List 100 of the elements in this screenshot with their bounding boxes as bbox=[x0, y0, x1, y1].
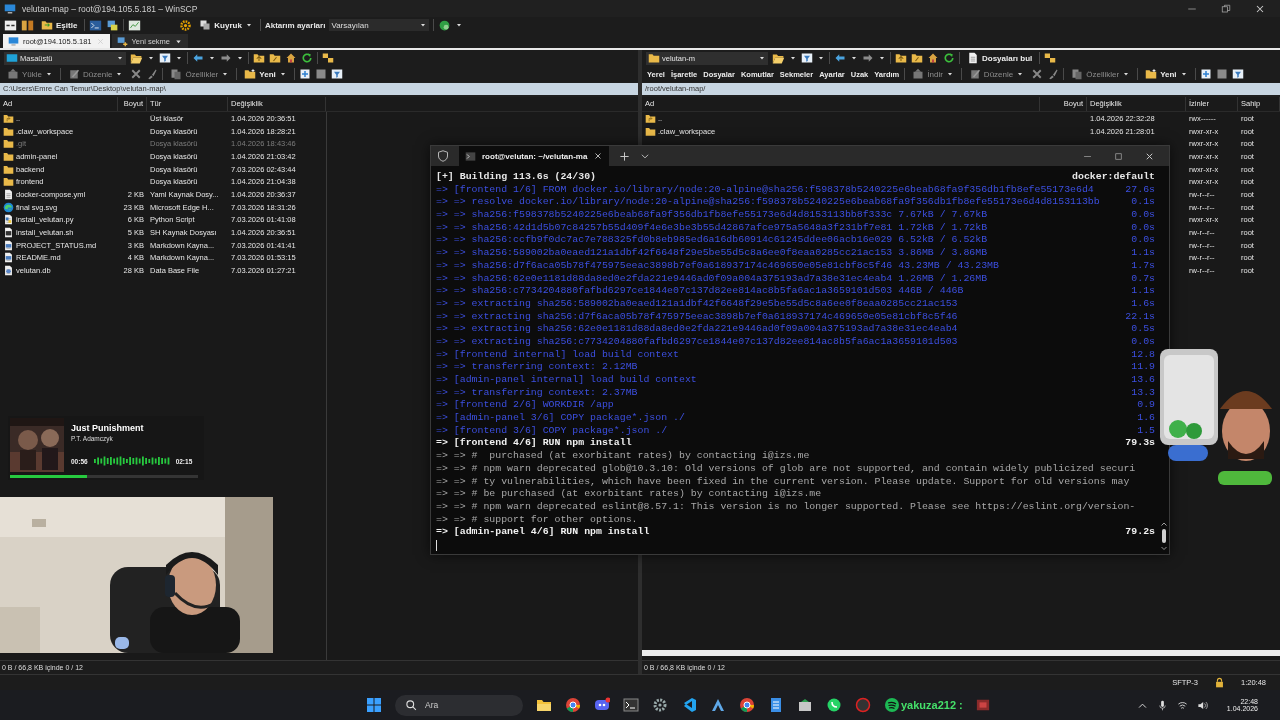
file-icon bbox=[3, 252, 14, 264]
folder-icon[interactable] bbox=[536, 697, 552, 713]
back-icon[interactable] bbox=[834, 52, 846, 64]
browser-icon[interactable] bbox=[739, 697, 755, 713]
music-icon[interactable] bbox=[884, 697, 900, 713]
delete-icon[interactable] bbox=[130, 68, 143, 80]
chat-icon[interactable] bbox=[594, 697, 610, 713]
caret-icon[interactable] bbox=[789, 54, 797, 62]
edit-icon bbox=[68, 68, 80, 80]
scroll-up-icon[interactable] bbox=[1160, 520, 1168, 528]
globe-icon[interactable] bbox=[438, 18, 452, 32]
filter-icon[interactable] bbox=[330, 68, 343, 80]
close-icon[interactable] bbox=[593, 151, 604, 161]
terminal-line: => => # npm warn deprecated eslint@8.57.1: This version is no longer supported. Please see https://eslint.org/version- bbox=[436, 500, 1136, 514]
rename-icon[interactable] bbox=[146, 68, 159, 80]
refresh-icon[interactable] bbox=[943, 52, 955, 64]
action-button[interactable]: Yeni bbox=[241, 67, 290, 81]
forward-icon[interactable] bbox=[220, 52, 232, 64]
terminal-line: => => transferring context: 2.12MB bbox=[436, 361, 638, 374]
open-folder-icon[interactable] bbox=[130, 51, 143, 65]
new-folder-icon bbox=[1145, 68, 1158, 80]
unselect-icon[interactable] bbox=[314, 68, 327, 80]
microphone-icon[interactable] bbox=[1156, 699, 1168, 711]
parent-folder-icon[interactable] bbox=[253, 52, 265, 64]
terminal-duration: 79.2s bbox=[1124, 526, 1155, 539]
refresh-icon[interactable] bbox=[301, 52, 313, 64]
lock-icon bbox=[1213, 677, 1225, 688]
compare-icon[interactable] bbox=[21, 18, 34, 32]
sync-button[interactable]: Eşitle bbox=[38, 18, 81, 32]
console-icon[interactable] bbox=[89, 18, 103, 32]
unselect-icon[interactable] bbox=[1215, 68, 1228, 80]
file-icon bbox=[3, 188, 14, 200]
panels-icon[interactable] bbox=[4, 18, 17, 32]
panes-icon[interactable] bbox=[322, 52, 334, 64]
home-icon[interactable] bbox=[927, 52, 939, 64]
caret-icon bbox=[1016, 70, 1025, 78]
filter-icon[interactable] bbox=[1231, 68, 1244, 80]
queue-button[interactable]: Kuyruk bbox=[196, 18, 256, 32]
transfer-settings-dropdown[interactable]: Varsayılan bbox=[329, 19, 430, 31]
select-icon[interactable] bbox=[1199, 68, 1212, 80]
caret-icon[interactable] bbox=[455, 21, 464, 29]
parent-folder-icon[interactable] bbox=[895, 52, 907, 64]
terminal-duration: 1.1s bbox=[1130, 285, 1155, 298]
package-icon[interactable] bbox=[797, 697, 813, 713]
filter-icon[interactable] bbox=[801, 52, 813, 64]
terminal-duration: 1.7s bbox=[1130, 259, 1155, 273]
panes-icon[interactable] bbox=[1044, 52, 1057, 64]
terminal-tab[interactable]: root@velutan: ~/velutan-ma bbox=[459, 146, 610, 166]
caret-icon[interactable] bbox=[850, 54, 858, 62]
rename-icon[interactable] bbox=[1047, 68, 1060, 80]
terminal-line: => => sha256:d7f6aca05b78f475975eeac3898b7ef0a618937174c469650e05e81cbf8c5f46 43.23MB / 43.23MB bbox=[436, 259, 999, 273]
chart-icon[interactable] bbox=[128, 18, 142, 32]
root-folder-icon[interactable] bbox=[911, 52, 923, 64]
terminal-duration: 1.1s bbox=[1130, 247, 1155, 260]
forward-icon[interactable] bbox=[862, 52, 874, 64]
notepad-icon[interactable] bbox=[768, 697, 784, 713]
root-folder-icon[interactable] bbox=[269, 52, 281, 64]
browser-icon[interactable] bbox=[565, 697, 581, 713]
horizontal-scrollbar[interactable] bbox=[642, 650, 1280, 656]
terminal-duration: 1.6 bbox=[1136, 412, 1155, 425]
app-icon[interactable] bbox=[975, 698, 990, 712]
wifi-icon[interactable] bbox=[1176, 699, 1188, 711]
dropdown-icon[interactable] bbox=[640, 151, 651, 161]
folder-icon bbox=[645, 125, 656, 137]
back-icon[interactable] bbox=[192, 52, 204, 64]
file-icon bbox=[3, 227, 14, 239]
caret-icon[interactable] bbox=[817, 54, 825, 62]
home-icon[interactable] bbox=[285, 52, 297, 64]
terminal-line: => => extracting sha256:c7734204880fafbd6297ce1844e07c137d82ee814ac8b5fa6ac1a3659101d503 bbox=[436, 335, 958, 349]
caret-icon bbox=[1179, 70, 1188, 78]
new-tab-icon[interactable] bbox=[619, 150, 631, 162]
select-icon[interactable] bbox=[298, 68, 311, 80]
terminal-icon[interactable] bbox=[623, 697, 639, 713]
search-field[interactable]: Ara bbox=[395, 694, 523, 716]
app-icon[interactable] bbox=[855, 697, 871, 713]
gear-icon[interactable] bbox=[652, 697, 668, 713]
restore-icon[interactable] bbox=[1220, 2, 1232, 15]
caret-icon[interactable] bbox=[147, 54, 155, 62]
terminal-duration: 0.0s bbox=[1130, 335, 1155, 349]
delete-icon[interactable] bbox=[1031, 68, 1044, 80]
start-icon[interactable] bbox=[366, 697, 382, 713]
queue-icon bbox=[199, 19, 212, 31]
filter-icon[interactable] bbox=[159, 52, 171, 64]
chat-icon[interactable] bbox=[826, 697, 842, 713]
caret-icon[interactable] bbox=[878, 54, 886, 62]
terminal-line: => => # npm warn deprecated glob@10.3.10: Old versions of glob are not supported, and contain widely publicized securi bbox=[436, 462, 1136, 476]
scrollbar-thumb[interactable] bbox=[1162, 529, 1166, 543]
new-tab-icon bbox=[116, 35, 128, 47]
app-icon[interactable] bbox=[710, 697, 726, 713]
file-icon bbox=[3, 265, 14, 277]
settings-icon[interactable] bbox=[179, 18, 193, 32]
find-files-button[interactable]: Dosyaları bul bbox=[964, 51, 1036, 65]
terminal-duration: 0.5s bbox=[1130, 323, 1155, 336]
maximize-icon[interactable] bbox=[1113, 150, 1124, 162]
volume-icon[interactable] bbox=[1196, 699, 1208, 711]
folder-icon bbox=[648, 52, 660, 64]
terminal-line: => [frontend 4/6] RUN npm install bbox=[436, 437, 632, 451]
browser-file-icon bbox=[3, 201, 14, 213]
action-button[interactable]: Yeni bbox=[1142, 67, 1191, 81]
open-folder-icon[interactable] bbox=[772, 51, 785, 65]
